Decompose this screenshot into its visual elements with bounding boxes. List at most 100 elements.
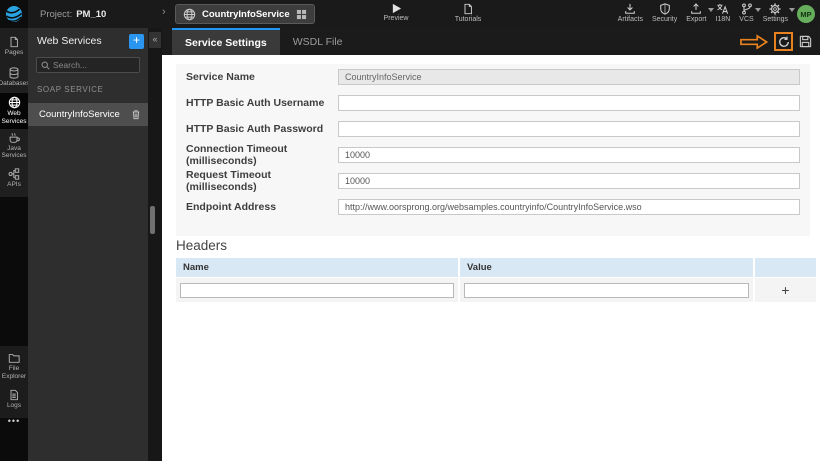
tab-service-settings[interactable]: Service Settings (172, 28, 280, 55)
reload-icon[interactable] (778, 36, 790, 48)
service-name: CountryInfoService (39, 109, 120, 120)
form-row-request-timeout: Request Timeout (milliseconds) (176, 168, 810, 194)
preview-label: Preview (383, 15, 409, 22)
web-services-panel: Web Services + SOAP SERVICE CountryInfoS… (28, 28, 148, 461)
shield-icon (659, 3, 670, 15)
settings-button[interactable]: Settings (762, 3, 795, 23)
tab-wsdl-file[interactable]: WSDL File (280, 28, 356, 55)
service-name-field[interactable] (338, 69, 800, 85)
form-row-auth-username: HTTP Basic Auth Username (176, 90, 810, 116)
service-tab-bar: Service Settings WSDL File (162, 28, 820, 55)
settings-label: Settings (762, 16, 788, 23)
service-tab-label: CountryInfoService (202, 8, 290, 20)
wavemaker-logo[interactable] (0, 0, 28, 28)
branch-icon (741, 3, 752, 15)
chevron-down-icon (754, 8, 761, 12)
column-header-actions (755, 258, 816, 277)
export-button[interactable]: Export (686, 3, 714, 23)
panel-header: Web Services + (28, 28, 148, 54)
auth-username-field[interactable] (338, 95, 800, 111)
project-name: PM_10 (76, 8, 107, 20)
vcs-button[interactable]: VCS (739, 3, 761, 23)
export-label: Export (686, 16, 707, 23)
sidebar-item-pages[interactable]: Pages (0, 31, 28, 62)
download-icon (625, 3, 636, 14)
logo-icon (5, 6, 23, 22)
more-options-button[interactable]: ••• (0, 416, 28, 426)
service-list-item[interactable]: CountryInfoService (28, 103, 148, 126)
headers-table-row: + (176, 278, 818, 302)
request-timeout-field[interactable] (338, 173, 800, 189)
preview-button[interactable]: Preview (376, 3, 416, 22)
play-icon (392, 3, 401, 14)
top-bar: Project: PM_10 › CountryInfoService Prev… (0, 0, 820, 28)
folder-icon (8, 354, 20, 363)
add-service-button[interactable]: + (129, 33, 144, 49)
panel-title: Web Services (37, 35, 102, 47)
artifacts-label: Artifacts (617, 16, 643, 23)
column-header-value: Value (460, 258, 753, 277)
sidebar-item-java-services[interactable]: Java Services (0, 129, 28, 164)
artifacts-button[interactable]: Artifacts (618, 3, 643, 23)
sidebar-item-logs[interactable]: Logs (0, 384, 28, 415)
search-icon (41, 61, 50, 70)
i18n-button[interactable]: I18N (715, 3, 731, 23)
project-breadcrumb[interactable]: Project: PM_10 (40, 0, 106, 28)
form-row-service-name: Service Name (176, 64, 810, 90)
sidebar-item-file-explorer[interactable]: File Explorer (0, 349, 28, 384)
save-icon[interactable] (799, 35, 812, 48)
connection-timeout-field[interactable] (338, 147, 800, 163)
rail-top-group: Pages Databases Web Services Java Servic… (0, 28, 30, 198)
tab-actions (740, 28, 820, 55)
annotation-arrow (740, 33, 768, 50)
open-service-tab[interactable]: CountryInfoService (175, 4, 315, 24)
sidebar-item-databases[interactable]: Databases (0, 62, 30, 93)
trash-icon[interactable] (131, 109, 141, 120)
top-bar-actions: Artifacts Security Export I18N VCS Setti… (618, 3, 795, 23)
database-icon (9, 67, 19, 79)
form-row-auth-password: HTTP Basic Auth Password (176, 116, 810, 142)
project-label: Project: (40, 8, 73, 20)
sidebar-item-web-services[interactable]: Web Services (0, 93, 28, 129)
log-file-icon (10, 389, 18, 400)
user-avatar[interactable]: MP (797, 5, 815, 23)
add-header-button[interactable]: + (755, 278, 816, 302)
panel-splitter[interactable]: « (148, 28, 162, 461)
gear-icon (769, 3, 781, 15)
service-settings-form: Service Name HTTP Basic Auth Username HT… (176, 64, 810, 236)
rail-bottom-group: File Explorer Logs (0, 346, 28, 418)
breadcrumb-chevron-icon: › (162, 6, 166, 18)
column-header-name: Name (176, 258, 458, 277)
i18n-label: I18N (715, 16, 731, 23)
header-value-input[interactable] (464, 282, 749, 298)
endpoint-address-field[interactable] (338, 199, 800, 215)
soap-service-section-label: SOAP SERVICE (37, 85, 104, 94)
scrollbar-thumb[interactable] (150, 206, 155, 234)
main-content: Service Settings WSDL File Service Name … (162, 28, 820, 461)
upload-icon (691, 3, 702, 14)
globe-icon (8, 96, 20, 109)
globe-icon (183, 8, 196, 20)
security-button[interactable]: Security (652, 3, 677, 23)
sidebar-item-apis[interactable]: APIs (0, 163, 28, 194)
header-name-input[interactable] (180, 282, 454, 298)
collapse-panel-button[interactable]: « (149, 32, 161, 48)
auth-password-field[interactable] (338, 121, 800, 137)
document-icon (464, 3, 472, 15)
translate-icon (717, 3, 729, 14)
form-row-connection-timeout: Connection Timeout (milliseconds) (176, 142, 810, 168)
left-nav-rail: Pages Databases Web Services Java Servic… (0, 28, 30, 461)
annotation-highlight-box (774, 32, 793, 51)
service-search[interactable] (36, 57, 140, 73)
tutorials-button[interactable]: Tutorials (446, 3, 490, 23)
search-input[interactable] (53, 60, 133, 70)
chevron-down-icon (789, 8, 795, 12)
api-nodes-icon (8, 168, 20, 180)
grid-icon[interactable] (296, 9, 307, 20)
coffee-cup-icon (9, 132, 20, 143)
page-icon (10, 36, 18, 48)
tutorials-label: Tutorials (454, 16, 482, 23)
headers-table: Name Value + (176, 258, 818, 302)
security-label: Security (651, 16, 678, 23)
vcs-label: VCS (739, 16, 754, 23)
